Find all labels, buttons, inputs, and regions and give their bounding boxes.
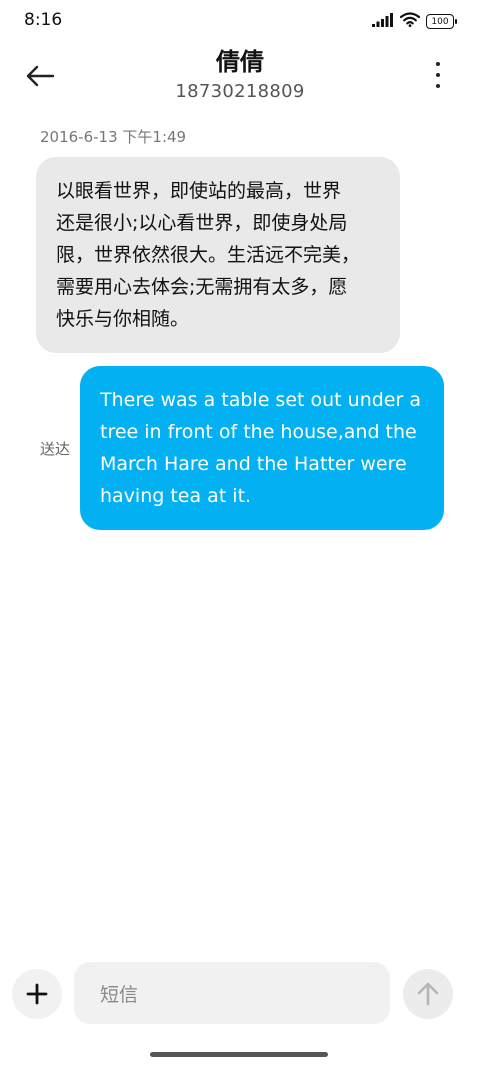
message-line: having tea at it.: [100, 485, 252, 507]
home-indicator[interactable]: [150, 1052, 328, 1057]
status-icons: 100: [372, 12, 457, 31]
message-line: 以眼看世界，即使站的最高，世界: [56, 180, 342, 202]
more-dot: [436, 84, 440, 88]
message-line: 需要用心去体会;无需拥有太多，愿: [56, 276, 348, 298]
arrow-up-icon: [417, 982, 439, 1006]
message-input-placeholder: 短信: [100, 983, 139, 1006]
contact-name: 倩倩: [216, 48, 264, 76]
contact-number: 18730218809: [175, 81, 305, 102]
contact-title: 倩倩 18730218809: [0, 46, 480, 104]
outgoing-message-bubble[interactable]: There was a table set out under a tree i…: [80, 366, 444, 530]
status-bar: 8:16 100: [0, 0, 480, 40]
more-options-button[interactable]: [426, 60, 450, 90]
more-dots-icon: [436, 62, 440, 66]
message-line: There was a table set out under a: [100, 389, 421, 411]
message-line: tree in front of the house,and the: [100, 421, 417, 443]
wifi-icon: [399, 12, 421, 31]
signal-icon: [372, 12, 394, 31]
battery-icon: 100: [426, 14, 457, 29]
message-line: March Hare and the Hatter were: [100, 453, 407, 475]
add-attachment-button[interactable]: [12, 969, 62, 1019]
message-input[interactable]: 短信: [74, 962, 390, 1024]
delivery-status: 送达: [40, 440, 71, 458]
plus-icon: [26, 983, 48, 1005]
message-timestamp: 2016-6-13 下午1:49: [40, 128, 187, 146]
message-line: 快乐与你相随。: [56, 308, 190, 330]
send-button[interactable]: [403, 969, 453, 1019]
message-line: 还是很小;以心看世界，即使身处局: [56, 212, 348, 234]
sms-conversation-screen: 8:16 100 倩倩 18730218809 2016-6-13 下午1:49…: [0, 0, 480, 1066]
conversation-header: 倩倩 18730218809: [0, 40, 480, 110]
incoming-message-bubble[interactable]: 以眼看世界，即使站的最高，世界 还是很小;以心看世界，即使身处局 限，世界依然很…: [36, 157, 400, 353]
more-dot: [436, 73, 440, 77]
battery-level: 100: [431, 16, 449, 27]
status-time: 8:16: [24, 10, 63, 30]
message-line: 限，世界依然很大。生活远不完美，: [56, 244, 361, 266]
